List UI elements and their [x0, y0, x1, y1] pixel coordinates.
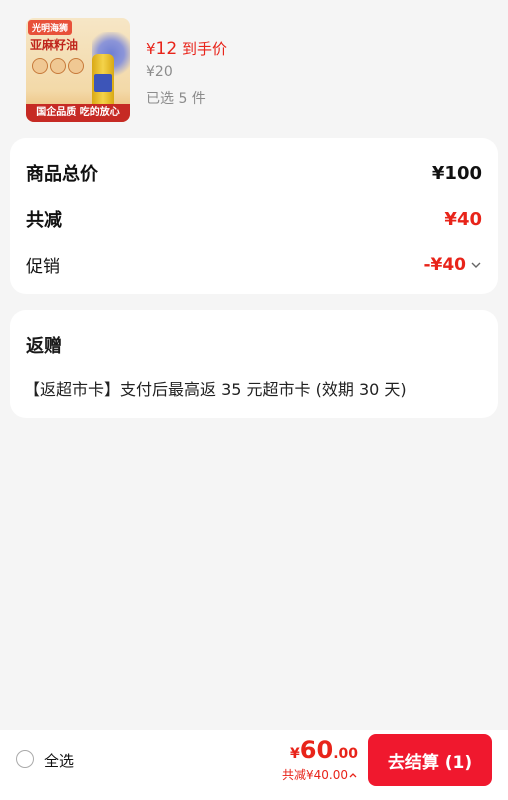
- total-price-decimal: .00: [333, 746, 358, 762]
- total-label: 商品总价: [26, 164, 98, 185]
- promo-label: 促销: [26, 257, 60, 277]
- product-thumbnail[interactable]: 光明海狮 亚麻籽油 国企品质 吃的放心: [26, 18, 130, 122]
- promo-row[interactable]: 促销 -¥40: [26, 252, 482, 277]
- total-price-symbol: ¥: [290, 746, 300, 762]
- gift-card: 返赠 【返超市卡】支付后最高返 35 元超市卡 (效期 30 天): [10, 310, 498, 418]
- total-payable: ¥60.00: [290, 736, 358, 764]
- checkout-button[interactable]: 去结算 (1): [368, 734, 492, 786]
- gift-description: 【返超市卡】支付后最高返 35 元超市卡 (效期 30 天): [24, 380, 407, 399]
- thumb-brand: 光明海狮: [28, 20, 73, 35]
- original-price: ¥20: [146, 64, 173, 80]
- thumb-feature-icons: [32, 58, 90, 88]
- chevron-down-icon: [471, 262, 481, 268]
- hand-price-label: 到手价: [181, 40, 227, 58]
- hand-price-symbol: ¥: [146, 40, 156, 58]
- gift-title: 返赠: [26, 336, 62, 357]
- chevron-up-icon: [349, 772, 357, 777]
- product-summary: 光明海狮 亚麻籽油 国企品质 吃的放心 ¥12 到手价 ¥20 已选 5 件: [0, 0, 508, 132]
- bottle-label-image: [94, 74, 112, 92]
- thumb-banner: 国企品质 吃的放心: [26, 104, 130, 122]
- total-price-int: 60: [299, 736, 334, 764]
- promo-value: -¥40: [423, 254, 466, 275]
- hand-price: ¥12 到手价: [146, 38, 227, 59]
- hand-price-value: 12: [155, 39, 178, 59]
- total-value: ¥100: [431, 162, 482, 184]
- reduce-row: 共减 ¥40: [26, 206, 482, 232]
- reduce-value: ¥40: [444, 208, 482, 230]
- select-all-radio-icon[interactable]: [16, 750, 34, 768]
- total-reduce-toggle[interactable]: 共减¥40.00: [282, 766, 358, 783]
- total-reduce-text: 共减¥40.00: [282, 768, 348, 782]
- checkout-bar: 全选 ¥60.00 共减¥40.00 去结算 (1): [0, 730, 508, 800]
- selected-count: 已选 5 件: [146, 91, 206, 107]
- thumb-product-name: 亚麻籽油: [30, 38, 79, 52]
- price-summary-card: 商品总价 ¥100 共减 ¥40 促销 -¥40: [10, 138, 498, 294]
- total-row: 商品总价 ¥100: [26, 160, 482, 186]
- select-all-label[interactable]: 全选: [44, 750, 74, 771]
- promo-value-wrap[interactable]: -¥40: [423, 255, 482, 275]
- reduce-label: 共减: [26, 210, 62, 231]
